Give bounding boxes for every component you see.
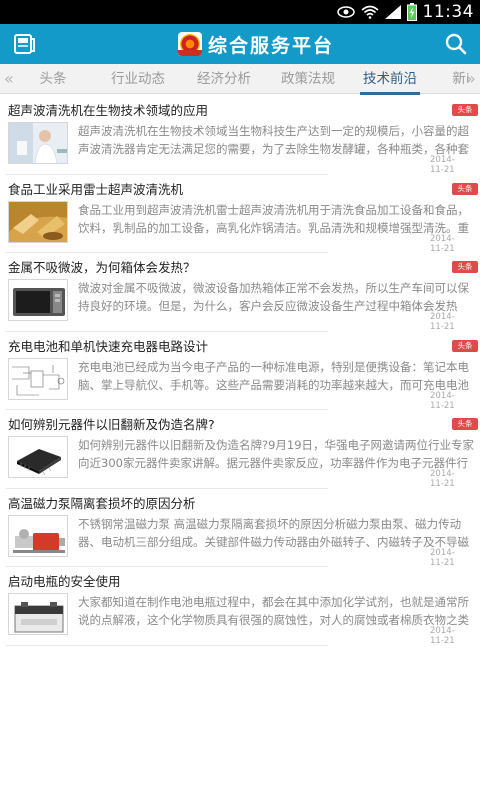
news-list: 超声波清洗机在生物技术领域的应用 头条 超声波清洗机在生物技术领域当生物科技生产…	[0, 96, 480, 646]
battery-charging-icon	[406, 3, 417, 21]
news-title: 启动电瓶的安全使用	[8, 574, 121, 589]
tab-industry-news[interactable]: 行业动态	[108, 64, 168, 94]
news-title: 高温磁力泵隔离套损坏的原因分析	[8, 495, 196, 511]
news-title: 金属不吸微波，为何箱体会发热？	[8, 260, 196, 275]
eye-icon	[336, 6, 355, 18]
app-logo	[178, 32, 202, 56]
news-title: 如何辨别元器件以旧翻新及伪造名牌?	[8, 417, 215, 432]
headline-badge: 头条	[452, 182, 478, 195]
headline-badge: 头条	[452, 261, 478, 273]
app-title: 综合服务平台	[208, 34, 335, 57]
signal-icon	[384, 5, 401, 19]
news-thumbnail	[8, 593, 68, 635]
news-thumbnail	[8, 200, 68, 243]
news-summary: 如何辨别元器件以旧翻新及伪造名牌?9月19日，华强电子网邀请两位行业专家向近30…	[78, 438, 475, 470]
news-summary: 不锈钢常温磁力泵 高温磁力泵隔离套损坏的原因分析磁力泵由泵、磁力传动器、电动机三…	[78, 516, 469, 549]
chevron-right-icon[interactable]: »	[466, 64, 476, 94]
headline-badge: 头条	[452, 104, 478, 116]
news-title: 食品工业采用雷士超声波清洗机	[8, 181, 184, 197]
list-item[interactable]: 高温磁力泵隔离套损坏的原因分析 不锈钢常温磁力泵 高温磁力泵隔离套损坏的原因分析…	[6, 489, 469, 568]
news-date: 2014-11-21	[430, 390, 455, 411]
headline-badge: 头条	[452, 339, 478, 352]
list-item[interactable]: 启动电瓶的安全使用 大家都知道在制作电池电瓶过程中，都会在其中添加化学试剂，也就…	[6, 567, 469, 646]
list-item[interactable]: 超声波清洗机在生物技术领域的应用 头条 超声波清洗机在生物技术领域当生物科技生产…	[6, 96, 478, 175]
tab-policy[interactable]: 政策法规	[278, 64, 338, 94]
clock: 11:34	[422, 2, 474, 22]
news-summary: 超声波清洗机在生物技术领域当生物科技生产达到一定的规模后，小容量的超声波清洗器肯…	[78, 124, 469, 156]
news-date: 2014-11-21	[430, 547, 455, 568]
news-thumbnail	[8, 514, 68, 557]
status-icons: 11:34	[336, 0, 475, 24]
tab-tech-frontier[interactable]: 技术前沿	[360, 64, 420, 95]
header-brand: 综合服务平台	[178, 29, 334, 59]
news-thumbnail	[8, 436, 68, 478]
tab-economic-analysis[interactable]: 经济分析	[194, 64, 254, 94]
app-header: 综合服务平台	[0, 24, 480, 64]
news-summary: 大家都知道在制作电池电瓶过程中，都会在其中添加化学试剂，也就是通常所说的点解液，…	[78, 595, 469, 627]
divider	[6, 644, 328, 646]
news-date: 2014-11-21	[430, 469, 455, 489]
news-summary: 充电电池已经成为当今电子产品的一种标准电源，特别是便携设备：笔记本电脑、掌上导航…	[78, 359, 469, 392]
status-bar: 11:34	[0, 0, 480, 24]
news-date: 2014-11-21	[430, 312, 455, 332]
menu-book-icon[interactable]	[10, 30, 38, 58]
news-thumbnail	[8, 279, 68, 321]
news-date: 2014-11-21	[430, 626, 455, 646]
chevron-left-icon[interactable]: «	[4, 64, 14, 94]
news-thumbnail	[8, 357, 68, 400]
list-item[interactable]: 食品工业采用雷士超声波清洗机 头条 食品工业用到超声波清洗机雷士超声波清洗机用于…	[6, 175, 478, 254]
news-thumbnail	[8, 122, 68, 164]
news-title: 超声波清洗机在生物技术领域的应用	[8, 103, 209, 118]
tab-headline[interactable]: 头条	[36, 64, 70, 94]
search-icon[interactable]	[442, 30, 470, 58]
wifi-icon	[360, 5, 379, 19]
category-tabbar: « 头条 行业动态 经济分析 政策法规 技术前沿 新i »	[0, 64, 480, 95]
list-item[interactable]: 金属不吸微波，为何箱体会发热？ 头条 微波对金属不吸微波，微波设备加热箱体正常不…	[6, 253, 478, 332]
news-summary: 微波对金属不吸微波，微波设备加热箱体正常不会发热，所以生产车间可以保持良好的环境…	[78, 281, 469, 313]
list-item[interactable]: 如何辨别元器件以旧翻新及伪造名牌? 头条 如何辨别元器件以旧翻新及伪造名牌?9月…	[6, 410, 478, 489]
news-title: 充电电池和单机快速充电器电路设计	[8, 338, 209, 354]
news-date: 2014-11-21	[430, 233, 455, 254]
list-item[interactable]: 充电电池和单机快速充电器电路设计 头条 充电电池已经成为当今电子产品的一种标准电…	[6, 332, 478, 411]
headline-badge: 头条	[452, 418, 478, 430]
news-summary: 食品工业用到超声波清洗机雷士超声波清洗机用于清洗食品加工设备和食品，饮料，乳制品…	[78, 202, 469, 235]
news-date: 2014-11-21	[430, 155, 455, 175]
